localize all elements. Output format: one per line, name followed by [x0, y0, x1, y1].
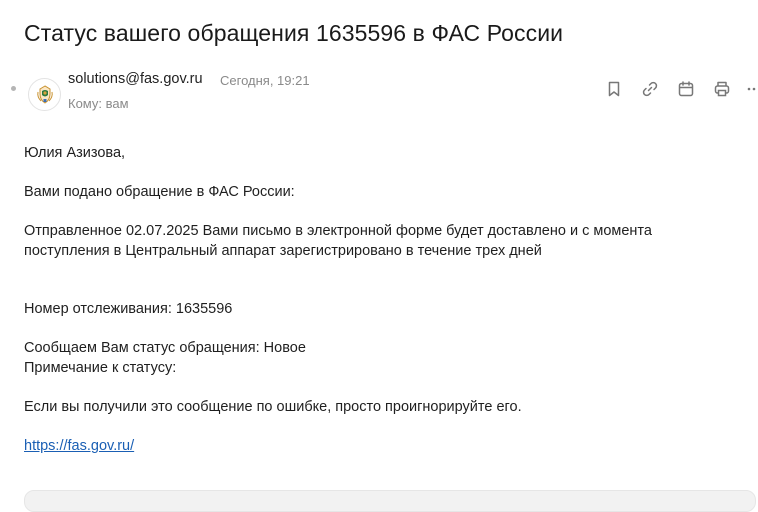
bookmark-button[interactable] [603, 78, 625, 100]
status-note: Примечание к статусу: [24, 360, 177, 376]
recipient-line[interactable]: Кому: вам [68, 96, 129, 111]
more-actions-button[interactable] [745, 78, 758, 100]
tracking-number: Номер отслеживания: 1635596 [24, 301, 233, 317]
link-icon [642, 81, 658, 97]
sent-line-1: Отправленное 02.07.2025 Вами письмо в эл… [24, 223, 652, 239]
fas-website-link[interactable]: https://fas.gov.ru/ [24, 438, 134, 454]
fas-emblem-icon [36, 84, 53, 104]
error-note: Если вы получили это сообщение по ошибке… [24, 399, 522, 415]
bookmark-icon [608, 81, 620, 97]
copy-link-button[interactable] [639, 78, 661, 100]
sender-email[interactable]: solutions@fas.gov.ru [68, 71, 203, 87]
email-body: Юлия Азизова, Вами подано обращение в ФА… [24, 143, 744, 456]
greeting: Юлия Азизова, [24, 145, 126, 161]
status-line: Сообщаем Вам статус обращения: Новое [24, 340, 306, 356]
email-subject: Статус вашего обращения 1635596 в ФАС Ро… [24, 20, 564, 46]
sent-line-2: поступления в Центральный аппарат зареги… [24, 243, 542, 259]
print-button[interactable] [711, 78, 733, 100]
quick-reply-bar[interactable] [24, 490, 756, 512]
intro-line: Вами подано обращение в ФАС России: [24, 184, 295, 200]
calendar-icon [678, 81, 694, 97]
sender-avatar[interactable] [28, 78, 61, 111]
email-date: Сегодня, 19:21 [220, 73, 310, 88]
calendar-button[interactable] [675, 78, 697, 100]
unread-dot[interactable] [11, 86, 16, 91]
more-icon [747, 87, 756, 91]
print-icon [714, 81, 730, 97]
